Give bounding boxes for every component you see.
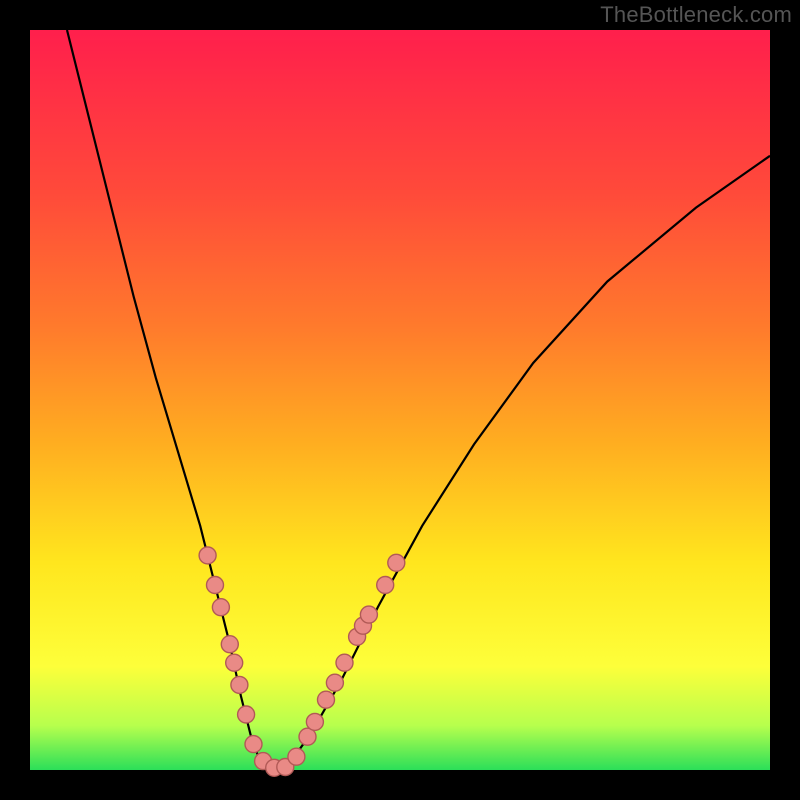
- sample-dot: [326, 674, 343, 691]
- sample-dot: [388, 554, 405, 571]
- sample-dot: [199, 547, 216, 564]
- sample-dot: [245, 736, 262, 753]
- sample-dot: [318, 691, 335, 708]
- plot-background: [30, 30, 770, 770]
- sample-dot: [207, 577, 224, 594]
- sample-dot: [221, 636, 238, 653]
- sample-dot: [212, 599, 229, 616]
- sample-dot: [377, 577, 394, 594]
- chart-container: TheBottleneck.com: [0, 0, 800, 800]
- sample-dot: [360, 606, 377, 623]
- sample-dot: [288, 748, 305, 765]
- attribution-label: TheBottleneck.com: [600, 2, 792, 28]
- sample-dot: [238, 706, 255, 723]
- bottleneck-chart: [0, 0, 800, 800]
- sample-dot: [336, 654, 353, 671]
- sample-dot: [231, 676, 248, 693]
- sample-dot: [306, 713, 323, 730]
- sample-dot: [226, 654, 243, 671]
